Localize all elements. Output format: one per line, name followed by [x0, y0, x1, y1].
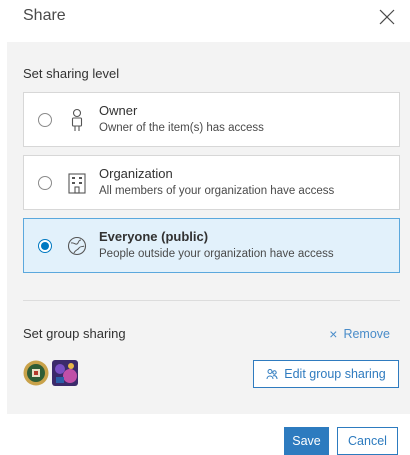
radio-owner[interactable] — [38, 113, 52, 127]
close-icon — [379, 9, 395, 25]
seal-icon — [23, 360, 49, 386]
group-avatar-1[interactable] — [23, 360, 49, 386]
person-icon — [71, 108, 83, 131]
group-sharing-label: Set group sharing — [23, 326, 126, 341]
option-description: All members of your organization have ac… — [99, 185, 335, 197]
building-icon — [68, 173, 86, 194]
edit-group-sharing-label: Edit group sharing — [284, 367, 386, 381]
dialog-header: Share — [0, 0, 410, 42]
sharing-option-everyone[interactable]: Everyone (public) People outside your or… — [23, 218, 400, 273]
option-title: Organization — [99, 166, 173, 181]
close-button[interactable] — [376, 6, 398, 28]
remove-label: Remove — [343, 327, 390, 341]
group-image-icon — [52, 360, 78, 386]
radio-everyone[interactable] — [38, 239, 52, 253]
group-avatar-2[interactable] — [52, 360, 78, 386]
save-button[interactable]: Save — [284, 427, 329, 455]
option-description: Owner of the item(s) has access — [99, 122, 264, 134]
sharing-option-owner[interactable]: Owner Owner of the item(s) has access — [23, 92, 400, 147]
users-icon — [266, 369, 278, 380]
dialog-title: Share — [23, 7, 66, 24]
dialog-body: Set sharing level Owner Owner of the ite… — [7, 42, 410, 414]
cancel-button[interactable]: Cancel — [337, 427, 398, 455]
close-icon: × — [329, 326, 338, 342]
option-description: People outside your organization have ac… — [99, 248, 334, 260]
section-divider — [23, 300, 400, 301]
share-dialog: Share Set sharing level Owner Owner of t… — [0, 0, 410, 455]
sharing-level-label: Set sharing level — [23, 66, 120, 81]
remove-button[interactable]: × Remove — [329, 326, 390, 342]
option-title: Everyone (public) — [99, 229, 209, 244]
radio-organization[interactable] — [38, 176, 52, 190]
option-title: Owner — [99, 103, 138, 118]
edit-group-sharing-button[interactable]: Edit group sharing — [253, 360, 399, 388]
globe-icon — [67, 236, 87, 256]
sharing-option-organization[interactable]: Organization All members of your organiz… — [23, 155, 400, 210]
